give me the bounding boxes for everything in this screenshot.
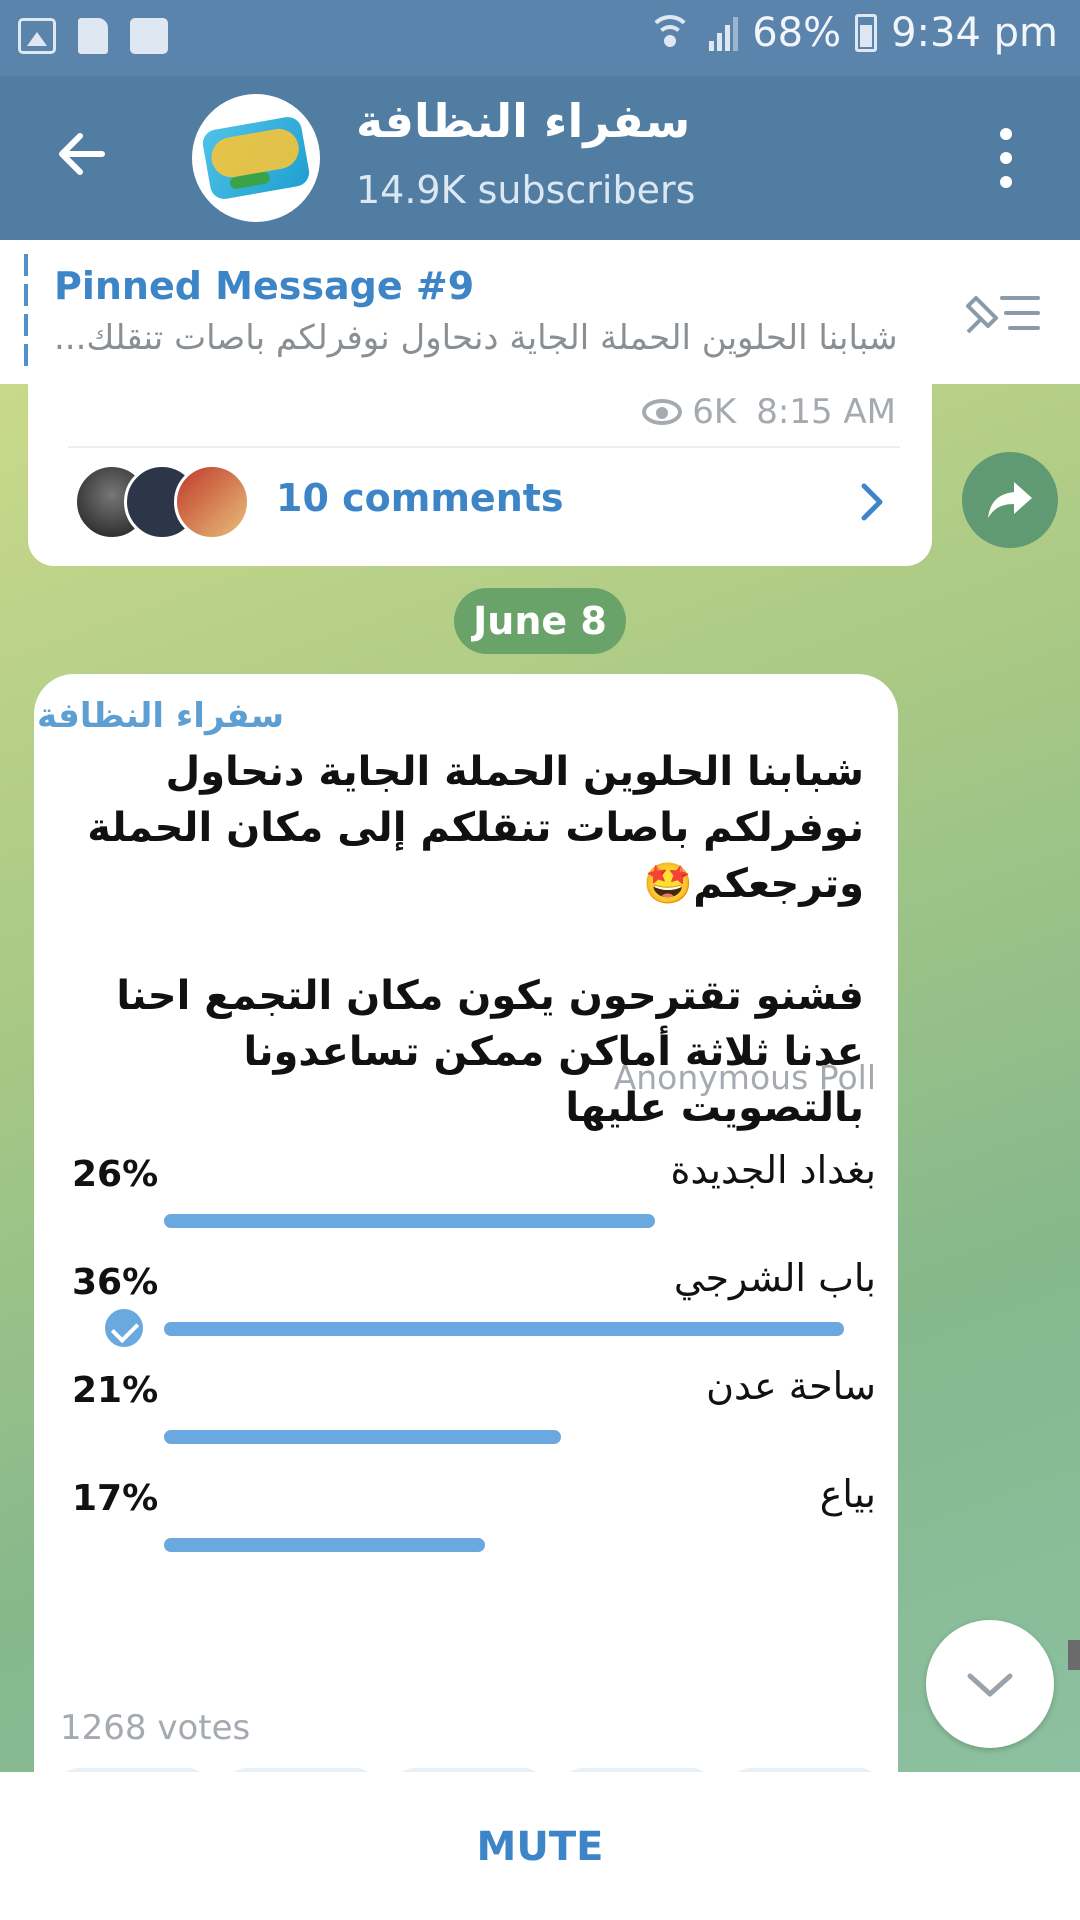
poll-option-bar xyxy=(164,1214,655,1228)
scroll-down-button[interactable] xyxy=(926,1620,1054,1748)
mute-button[interactable]: MUTE xyxy=(0,1824,1080,1870)
avatar xyxy=(174,464,250,540)
commenter-avatars xyxy=(74,464,254,542)
channel-header: سفراء النظافة 14.9K subscribers xyxy=(0,76,1080,240)
vote-count: 1268 votes xyxy=(60,1708,251,1748)
battery-icon xyxy=(855,14,878,52)
channel-logo xyxy=(200,114,312,202)
pinned-title: Pinned Message #9 xyxy=(54,264,475,308)
poll-option-percent: 17% xyxy=(72,1478,159,1519)
wifi-icon xyxy=(645,13,695,53)
share-button[interactable] xyxy=(962,452,1058,548)
notification-icons xyxy=(18,18,168,54)
pin-list-icon[interactable] xyxy=(962,288,1042,338)
signal-icon xyxy=(709,15,739,51)
more-vertical-icon[interactable] xyxy=(994,128,1018,188)
poll-option-label: بياع xyxy=(819,1472,876,1516)
divider xyxy=(68,446,900,448)
poll-option-bar xyxy=(164,1538,485,1552)
date-separator: June 8 xyxy=(454,588,626,654)
scrollbar[interactable] xyxy=(1068,1640,1080,1670)
check-icon xyxy=(102,1306,146,1350)
chevron-down-icon xyxy=(967,1673,1013,1697)
poll-option-bar xyxy=(164,1430,561,1444)
poll-type: Anonymous Poll xyxy=(613,1058,876,1097)
comments-link[interactable]: 10 comments xyxy=(276,476,564,520)
view-count: 6K xyxy=(692,392,737,432)
battery-percent: 68% xyxy=(752,10,842,56)
poll-option-percent: 36% xyxy=(72,1262,159,1303)
share-icon xyxy=(988,482,1032,518)
subscriber-count: 14.9K subscribers xyxy=(356,168,696,212)
chevron-right-icon[interactable] xyxy=(860,482,886,522)
pinned-text: شبابنا الحلوين الحملة الجاية دنحاول نوفر… xyxy=(54,318,898,358)
poll-option[interactable]: 17% بياع xyxy=(34,1472,898,1608)
post-paragraph: فشنو تقترحون يكون مكان التجمع احنا عدنا … xyxy=(116,973,864,1131)
previous-post: 6K 8:15 AM 10 comments xyxy=(28,384,932,566)
pinned-message-bar[interactable]: Pinned Message #9 شبابنا الحلوين الحملة … xyxy=(0,240,1080,384)
post-meta: 6K 8:15 AM xyxy=(642,392,896,432)
clock: 9:34 pm xyxy=(891,10,1058,56)
post-author[interactable]: سفراء النظافة xyxy=(37,696,284,736)
poll-post: سفراء النظافة شبابنا الحلوين الحملة الجا… xyxy=(34,674,898,1772)
status-bar: 68% 9:34 pm xyxy=(0,0,1080,76)
post-text: شبابنا الحلوين الحملة الجاية دنحاول نوفر… xyxy=(64,744,864,1192)
poll-option-label: باب الشرجي xyxy=(673,1256,876,1300)
poll-option-label: بغداد الجديدة xyxy=(670,1148,876,1192)
poll-option-bar xyxy=(164,1322,844,1336)
sd-card-icon xyxy=(78,18,108,54)
chat-area[interactable]: 6K 8:15 AM 10 comments June 8 سفراء النظ… xyxy=(0,384,1080,1772)
poll-option-label: ساحة عدن xyxy=(706,1364,876,1408)
arrow-left-icon[interactable] xyxy=(52,124,112,184)
pinned-indicator xyxy=(24,254,28,370)
poll-option-percent: 21% xyxy=(72,1370,159,1411)
bottom-bar: MUTE xyxy=(0,1772,1080,1920)
post-paragraph: شبابنا الحلوين الحملة الجاية دنحاول نوفر… xyxy=(87,749,864,907)
gallery-icon xyxy=(18,18,56,54)
post-time: 8:15 AM xyxy=(756,392,896,432)
eye-icon xyxy=(642,399,683,425)
poll-option-percent: 26% xyxy=(72,1154,159,1195)
activity-icon xyxy=(130,18,168,54)
channel-title[interactable]: سفراء النظافة xyxy=(356,94,690,148)
channel-avatar[interactable] xyxy=(192,94,320,222)
